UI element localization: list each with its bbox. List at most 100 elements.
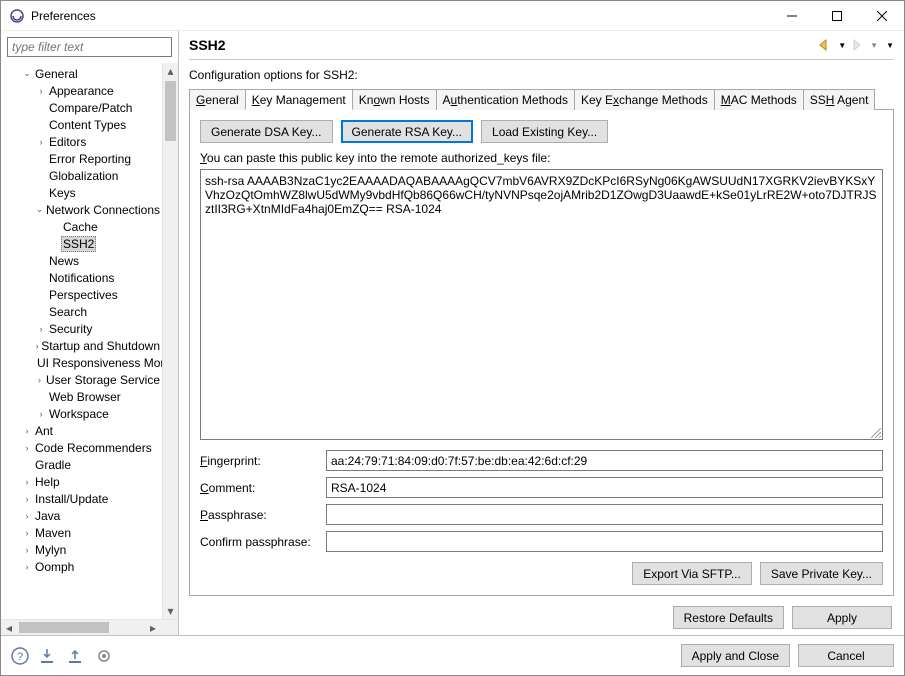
tree-node[interactable]: ›Ant (7, 422, 162, 439)
maximize-button[interactable] (814, 1, 859, 30)
fingerprint-field[interactable] (326, 450, 883, 471)
tab-ssh-agent[interactable]: SSH Agent (803, 89, 876, 110)
chevron-right-icon[interactable]: › (21, 511, 33, 521)
cancel-button[interactable]: Cancel (798, 644, 894, 667)
tree-node[interactable]: ›Help (7, 473, 162, 490)
tree-node[interactable]: ›Code Recommenders (7, 439, 162, 456)
scroll-thumb[interactable] (165, 81, 176, 141)
tree-node[interactable]: ›Appearance (7, 82, 162, 99)
tree-node[interactable]: ›Mylyn (7, 541, 162, 558)
tree-node[interactable]: Globalization (7, 167, 162, 184)
tree-node[interactable]: UI Responsiveness Monitoring (7, 354, 162, 371)
chevron-right-icon[interactable]: › (21, 477, 33, 487)
scroll-left-icon[interactable]: ◂ (1, 620, 17, 636)
back-menu-icon[interactable]: ▼ (838, 41, 846, 50)
tree-node[interactable]: Compare/Patch (7, 99, 162, 116)
chevron-right-icon[interactable]: › (35, 375, 44, 385)
export-icon[interactable] (67, 647, 85, 665)
chevron-down-icon[interactable]: ⌄ (21, 68, 33, 79)
tree-node-label: Security (47, 322, 94, 336)
tree-node[interactable]: ›Maven (7, 524, 162, 541)
chevron-right-icon[interactable]: › (21, 426, 33, 436)
public-key-textarea[interactable]: ssh-rsa AAAAB3NzaC1yc2EAAAADAQABAAAAgQCV… (200, 169, 883, 440)
chevron-right-icon[interactable]: › (35, 324, 47, 334)
tree-node[interactable]: Web Browser (7, 388, 162, 405)
tree-node[interactable]: Notifications (7, 269, 162, 286)
tree-node[interactable]: ›Install/Update (7, 490, 162, 507)
sidebar: ⌄General›AppearanceCompare/PatchContent … (1, 31, 179, 635)
generate-dsa-button[interactable]: Generate DSA Key... (200, 120, 333, 143)
scroll-down-icon[interactable]: ▾ (163, 603, 178, 619)
tree-node-label: Error Reporting (47, 152, 133, 166)
help-icon[interactable]: ? (11, 647, 29, 665)
confirm-passphrase-field[interactable] (326, 531, 883, 552)
chevron-right-icon[interactable]: › (35, 86, 47, 96)
apply-button[interactable]: Apply (792, 606, 892, 629)
tab-authentication-methods[interactable]: Authentication Methods (436, 89, 575, 110)
tree-node[interactable]: Keys (7, 184, 162, 201)
forward-menu-icon[interactable]: ▼ (870, 41, 878, 50)
chevron-right-icon[interactable]: › (21, 562, 33, 572)
view-menu-icon[interactable]: ▼ (886, 41, 894, 50)
tree-node[interactable]: ›User Storage Service (7, 371, 162, 388)
tree-node[interactable]: Perspectives (7, 286, 162, 303)
export-sftp-button[interactable]: Export Via SFTP... (632, 562, 752, 585)
titlebar: Preferences (1, 1, 904, 31)
tree-node[interactable]: ⌄General (7, 65, 162, 82)
preferences-window: Preferences ⌄General›AppearanceCompare/P… (0, 0, 905, 676)
preferences-tree[interactable]: ⌄General›AppearanceCompare/PatchContent … (1, 63, 162, 619)
tab-key-exchange-methods[interactable]: Key Exchange Methods (574, 89, 715, 110)
tab-mac-methods[interactable]: MAC Methods (714, 89, 804, 110)
chevron-right-icon[interactable]: › (21, 494, 33, 504)
tree-node[interactable]: ›Security (7, 320, 162, 337)
tree-node-label: Keys (47, 186, 78, 200)
tree-node[interactable]: Error Reporting (7, 150, 162, 167)
restore-defaults-button[interactable]: Restore Defaults (673, 606, 784, 629)
tab-known-hosts[interactable]: Known Hosts (352, 89, 437, 110)
tree-node-label: Notifications (47, 271, 116, 285)
scroll-thumb-h[interactable] (19, 622, 109, 633)
close-button[interactable] (859, 1, 904, 30)
load-key-button[interactable]: Load Existing Key... (481, 120, 608, 143)
comment-field[interactable] (326, 477, 883, 498)
tree-node[interactable]: Content Types (7, 116, 162, 133)
scroll-up-icon[interactable]: ▴ (163, 63, 178, 79)
chevron-down-icon[interactable]: ⌄ (35, 204, 44, 215)
passphrase-field[interactable] (326, 504, 883, 525)
tree-node[interactable]: News (7, 252, 162, 269)
tree-node[interactable]: ›Workspace (7, 405, 162, 422)
tree-node[interactable]: Search (7, 303, 162, 320)
oomph-icon[interactable] (95, 647, 113, 665)
scroll-right-icon[interactable]: ▸ (145, 620, 161, 636)
back-button[interactable] (818, 39, 834, 51)
tree-node[interactable]: Gradle (7, 456, 162, 473)
tree-node[interactable]: SSH2 (7, 235, 162, 252)
tab-general[interactable]: General (189, 89, 246, 110)
tab-key-management[interactable]: Key Management (245, 89, 353, 110)
tree-node[interactable]: ›Editors (7, 133, 162, 150)
tree-node-label: Startup and Shutdown (39, 339, 162, 353)
generate-rsa-button[interactable]: Generate RSA Key... (341, 120, 474, 143)
chevron-right-icon[interactable]: › (21, 545, 33, 555)
apply-and-close-button[interactable]: Apply and Close (681, 644, 790, 667)
chevron-right-icon[interactable]: › (21, 528, 33, 538)
tree-node[interactable]: Cache (7, 218, 162, 235)
tree-hscrollbar[interactable]: ◂ ▸ (1, 619, 178, 635)
forward-button[interactable] (850, 39, 866, 51)
import-icon[interactable] (39, 647, 57, 665)
tree-node-label: Workspace (47, 407, 111, 421)
footer: ? Apply and Close Cancel (1, 635, 904, 675)
chevron-right-icon[interactable]: › (35, 137, 47, 147)
tree-node[interactable]: ›Java (7, 507, 162, 524)
tree-node[interactable]: ›Oomph (7, 558, 162, 575)
filter-input[interactable] (7, 37, 172, 57)
chevron-right-icon[interactable]: › (35, 409, 47, 419)
tree-node[interactable]: ›Startup and Shutdown (7, 337, 162, 354)
comment-label: Comment: (200, 481, 326, 495)
minimize-button[interactable] (769, 1, 814, 30)
tree-vscrollbar[interactable]: ▴ ▾ (162, 63, 178, 619)
chevron-right-icon[interactable]: › (21, 443, 33, 453)
tree-node[interactable]: ⌄Network Connections (7, 201, 162, 218)
save-private-key-button[interactable]: Save Private Key... (760, 562, 883, 585)
main-panel: SSH2 ▼ ▼ ▼ Configuration options for SSH… (179, 31, 904, 635)
